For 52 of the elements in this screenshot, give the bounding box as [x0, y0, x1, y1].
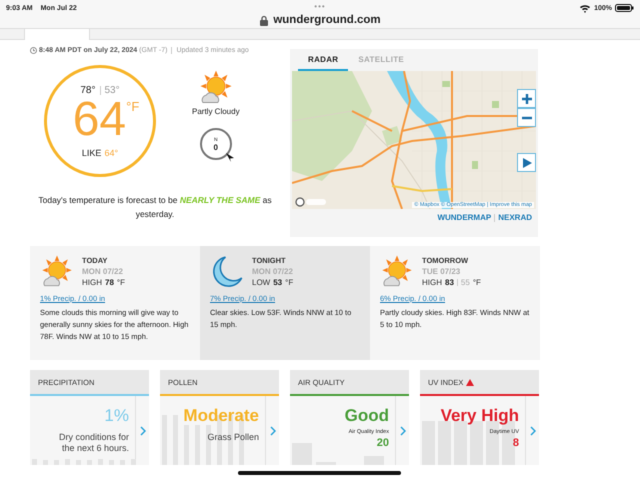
current-temperature: 64 — [72, 96, 126, 144]
plus-icon — [520, 92, 532, 104]
clock-icon — [30, 47, 37, 54]
card-detail: Dry conditions for the next 6 hours. — [58, 432, 129, 454]
forecast-temperature: HIGH 78 °F — [82, 278, 125, 287]
lock-icon — [259, 15, 270, 26]
forecast-date: TUE 07/23 — [422, 267, 462, 276]
partly-cloudy-icon — [40, 254, 74, 288]
card-chevron-button[interactable] — [265, 396, 279, 465]
index-value: 20 — [376, 437, 389, 449]
condition-label: Partly Cloudy — [192, 107, 240, 116]
partly-cloudy-icon — [380, 254, 414, 288]
forecast-date: MON 07/22 — [82, 267, 124, 276]
address-bar-url[interactable]: wunderground.com — [273, 13, 381, 28]
low-temperature: 53° — [104, 84, 120, 96]
card-value: Good — [344, 406, 389, 426]
multitasking-dots[interactable]: ••• — [314, 2, 326, 11]
minus-icon — [520, 116, 532, 120]
home-indicator[interactable] — [238, 471, 401, 475]
temperature-summary: Today's temperature is forecast to be NEARLY THE SAME as yesterday. — [37, 194, 273, 221]
chevron-right-icon — [140, 426, 146, 436]
mapbox-logo-icon — [295, 197, 327, 207]
card-value: Very High — [440, 406, 519, 426]
pointer-icon — [224, 152, 235, 163]
map-link[interactable]: WUNDERMAP — [437, 213, 492, 222]
temperature-unit: °F — [126, 98, 140, 114]
forecast-date: MON 07/22 — [252, 267, 294, 276]
wifi-icon — [579, 3, 592, 13]
feels-like-temperature: 64° — [104, 148, 118, 158]
crescent-moon-icon — [210, 254, 244, 288]
card-value: Moderate — [183, 406, 259, 426]
high-temperature: 78° — [80, 84, 96, 96]
chevron-right-icon — [530, 426, 536, 436]
map-link[interactable]: NEXRAD — [498, 213, 532, 222]
chevron-right-icon — [270, 426, 276, 436]
card-chevron-button[interactable] — [395, 396, 409, 465]
forecast-temperature: LOW 53 °F — [252, 278, 294, 287]
play-button[interactable] — [517, 153, 536, 172]
feels-like-label: LIKE — [82, 148, 102, 158]
play-icon — [522, 158, 532, 168]
battery-icon — [615, 4, 634, 12]
zoom-in-button[interactable] — [517, 89, 536, 108]
card-chevron-button[interactable] — [525, 396, 539, 465]
card-detail: Grass Pollen — [207, 432, 259, 443]
partly-cloudy-icon — [198, 69, 234, 105]
chevron-right-icon — [400, 426, 406, 436]
index-value: 8 — [512, 437, 519, 449]
zoom-out-button[interactable] — [517, 108, 536, 127]
wind-speed: 0 — [214, 142, 218, 152]
card-value: 1% — [104, 406, 129, 426]
forecast-temperature: HIGH 83 55 °F — [422, 278, 481, 287]
browser-tab[interactable] — [24, 28, 90, 40]
